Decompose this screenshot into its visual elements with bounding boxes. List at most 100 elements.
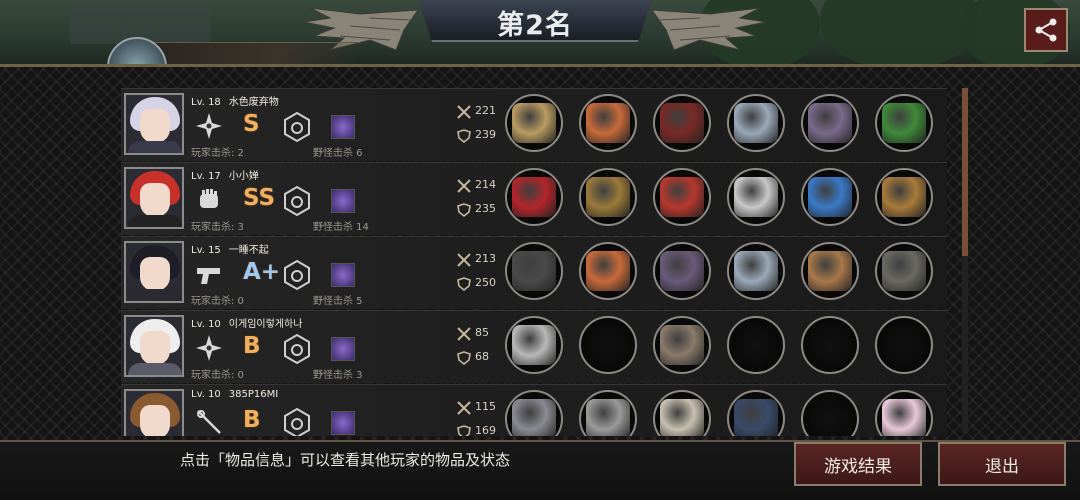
player-row[interactable]: Lv. 18 水色废弃物 S 玩家击杀: 2 野怪击杀 6 221 239	[121, 88, 947, 161]
item-slot[interactable]	[801, 168, 859, 226]
helmet-gold-item-icon	[586, 177, 630, 217]
item-slot[interactable]	[875, 242, 933, 300]
pistol-icon	[195, 260, 223, 288]
item-slot[interactable]	[727, 94, 785, 152]
player-level: Lv. 10	[191, 319, 221, 330]
attack-stat: 221	[457, 104, 507, 124]
game-result-button[interactable]: 游戏结果	[794, 442, 922, 486]
crossed-swords-icon	[457, 401, 471, 415]
player-row[interactable]: Lv. 15 一睡不起 A+ 玩家击杀: 0 野怪击杀 5 213 250	[121, 236, 947, 309]
player-row[interactable]: Lv. 17 小小婵 SS 玩家击杀: 3 野怪击杀 14 214 235	[121, 162, 947, 235]
claw-red-item-icon	[512, 177, 556, 217]
attack-stat: 115	[457, 400, 507, 420]
player-avatar[interactable]	[124, 389, 184, 436]
defense-value: 239	[475, 128, 496, 141]
background-tree	[820, 0, 980, 70]
item-slot[interactable]	[875, 316, 933, 374]
item-slot[interactable]	[801, 390, 859, 436]
avatar-face	[140, 183, 170, 217]
item-slot[interactable]	[579, 390, 637, 436]
item-slot[interactable]	[875, 168, 933, 226]
item-slot[interactable]	[727, 390, 785, 436]
pearl-item-icon	[882, 399, 926, 436]
item-slot[interactable]	[505, 168, 563, 226]
tiara-item-icon	[586, 251, 630, 291]
item-slot[interactable]	[801, 316, 859, 374]
item-slot[interactable]	[727, 168, 785, 226]
item-slot[interactable]	[579, 316, 637, 374]
skill-icon[interactable]	[331, 337, 355, 361]
player-name: 이게임이렇게하나	[228, 319, 303, 330]
attack-value: 115	[475, 400, 496, 413]
player-row[interactable]: Lv. 10 385P16MI B 115 169	[121, 384, 947, 436]
avatar-face	[140, 405, 170, 436]
item-slot[interactable]	[727, 316, 785, 374]
item-slot[interactable]	[801, 242, 859, 300]
player-list[interactable]: Lv. 18 水色废弃物 S 玩家击杀: 2 野怪击杀 6 221 239 Lv…	[121, 88, 947, 436]
skill-icon[interactable]	[331, 189, 355, 213]
player-stats: 115 169	[457, 400, 507, 436]
item-slot[interactable]	[579, 94, 637, 152]
defense-value: 250	[475, 276, 496, 289]
item-slot[interactable]	[579, 168, 637, 226]
item-slot[interactable]	[579, 242, 637, 300]
item-slot[interactable]	[505, 94, 563, 152]
armor-gray-item-icon	[660, 325, 704, 365]
skill-icon[interactable]	[331, 115, 355, 139]
shield-icon	[457, 129, 471, 143]
exit-button[interactable]: 退出	[938, 442, 1066, 486]
item-slot[interactable]	[727, 242, 785, 300]
shield-icon	[457, 351, 471, 365]
hint-text: 点击「物品信息」可以查看其他玩家的物品及状态	[180, 451, 511, 469]
item-slot[interactable]	[653, 168, 711, 226]
scroll-thumb[interactable]	[962, 88, 968, 256]
player-avatar[interactable]	[124, 241, 184, 303]
attack-stat: 214	[457, 178, 507, 198]
armor-white-item-icon	[660, 399, 704, 436]
list-scrollbar[interactable]	[962, 88, 968, 433]
defense-stat: 235	[457, 202, 507, 222]
avatar-face	[140, 331, 170, 365]
weapon-grade: A+	[243, 259, 281, 285]
player-level-name: Lv. 17 小小婵	[191, 167, 259, 182]
attack-value: 214	[475, 178, 496, 191]
knife-item-icon	[512, 399, 556, 436]
player-level: Lv. 15	[191, 245, 221, 256]
item-slot[interactable]	[875, 94, 933, 152]
player-stats: 213 250	[457, 252, 507, 296]
player-kills: 玩家击杀: 3	[191, 222, 244, 233]
player-avatar[interactable]	[124, 315, 184, 377]
player-row[interactable]: Lv. 10 이게임이렇게하나 B 玩家击杀: 0 野怪击杀 3 85 68	[121, 310, 947, 383]
player-stats: 85 68	[457, 326, 507, 370]
item-slot[interactable]	[505, 390, 563, 436]
trait-hexagon-icon	[284, 111, 310, 143]
item-slot[interactable]	[505, 242, 563, 300]
item-slot[interactable]	[653, 390, 711, 436]
rank-banner: 第2名	[300, 0, 770, 58]
crossed-swords-icon	[457, 105, 471, 119]
avatar-face	[140, 109, 170, 143]
player-level: Lv. 10	[191, 389, 221, 400]
player-avatar[interactable]	[124, 93, 184, 155]
monster-kills: 野怪击杀 3	[313, 370, 363, 381]
item-slot[interactable]	[505, 316, 563, 374]
item-slot[interactable]	[653, 316, 711, 374]
item-slot[interactable]	[875, 390, 933, 436]
item-slot[interactable]	[801, 94, 859, 152]
item-slot[interactable]	[653, 242, 711, 300]
boots-item-icon	[808, 103, 852, 143]
item-slot[interactable]	[653, 94, 711, 152]
avatar-body	[128, 141, 182, 153]
skill-icon[interactable]	[331, 411, 355, 435]
skill-icon[interactable]	[331, 263, 355, 287]
trait-hexagon-icon	[284, 407, 310, 436]
monster-kills: 野怪击杀 14	[313, 222, 369, 233]
weapon-grade: B	[243, 407, 261, 433]
rapier-icon	[195, 408, 223, 436]
player-name: 小小婵	[228, 171, 259, 182]
share-button[interactable]	[1024, 8, 1068, 52]
armor-purple-item-icon	[660, 251, 704, 291]
player-level-name: Lv. 10 이게임이렇게하나	[191, 315, 302, 330]
dragon-item-icon	[882, 103, 926, 143]
player-avatar[interactable]	[124, 167, 184, 229]
